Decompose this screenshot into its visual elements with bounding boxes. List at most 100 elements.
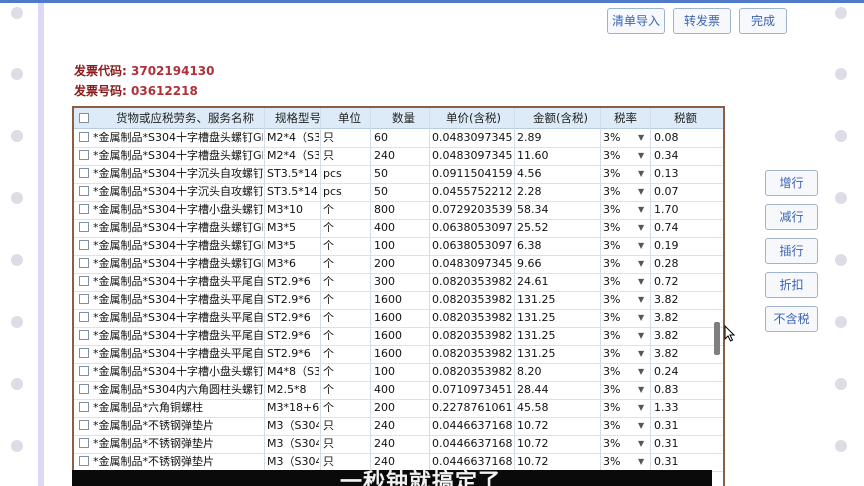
cell-unit[interactable]: pcs (323, 183, 369, 201)
cell-name[interactable]: *金属制品*S304十字槽盘头平尾自攻螺钉 (93, 291, 263, 309)
cell-tax-rate[interactable]: 3% (603, 291, 637, 309)
cell-unit[interactable]: pcs (323, 165, 369, 183)
cell-tax-rate[interactable]: 3% (603, 273, 637, 291)
row-checkbox[interactable] (79, 438, 89, 448)
cell-unit-price[interactable]: 0.0483097345132 (432, 147, 513, 165)
cell-spec[interactable]: M2*4（S304） (267, 147, 319, 165)
cell-amount[interactable]: 58.34 (517, 201, 599, 219)
cell-spec[interactable]: ST2.9*6 (267, 309, 319, 327)
cell-tax-amount[interactable]: 1.70 (654, 201, 714, 219)
cell-name[interactable]: *金属制品*S304十字槽盘头平尾自攻螺钉 (93, 309, 263, 327)
tax-rate-dropdown-icon[interactable]: ▼ (638, 399, 644, 417)
cell-amount[interactable]: 25.52 (517, 219, 599, 237)
cell-amount[interactable]: 28.44 (517, 381, 599, 399)
cell-quantity[interactable]: 100 (374, 237, 428, 255)
cell-quantity[interactable]: 240 (374, 417, 428, 435)
cell-unit[interactable]: 只 (323, 435, 369, 453)
row-checkbox[interactable] (79, 240, 89, 250)
cell-tax-rate[interactable]: 3% (603, 255, 637, 273)
cell-name[interactable]: *金属制品*六角铜螺柱 (93, 399, 263, 417)
table-row[interactable]: *金属制品*S304十字槽小盘头螺钉GB823M3*10个 8000.072920… (74, 201, 723, 220)
cell-name[interactable]: *金属制品*S304十字槽盘头平尾自攻螺钉 (93, 273, 263, 291)
cell-spec[interactable]: M3（S304） (267, 435, 319, 453)
cell-name[interactable]: *金属制品*S304十字槽小盘头螺钉GB823 (93, 363, 263, 381)
cell-unit[interactable]: 个 (323, 363, 369, 381)
cell-tax-amount[interactable]: 3.82 (654, 327, 714, 345)
cell-amount[interactable]: 2.89 (517, 129, 599, 147)
cell-unit-price[interactable]: 0.0911504159292 (432, 165, 513, 183)
tax-rate-dropdown-icon[interactable]: ▼ (638, 327, 644, 345)
cell-name[interactable]: *金属制品*S304十字槽盘头平尾自攻螺钉 (93, 327, 263, 345)
row-checkbox[interactable] (79, 312, 89, 322)
cell-name[interactable]: *金属制品*不锈钢弹垫片 (93, 453, 263, 471)
cell-tax-amount[interactable]: 0.08 (654, 129, 714, 147)
cell-tax-amount[interactable]: 0.31 (654, 435, 714, 453)
cell-quantity[interactable]: 240 (374, 435, 428, 453)
cell-tax-rate[interactable]: 3% (603, 129, 637, 147)
cell-amount[interactable]: 8.20 (517, 363, 599, 381)
cell-unit-price[interactable]: 0.2278761061946 (432, 399, 513, 417)
cell-tax-rate[interactable]: 3% (603, 219, 637, 237)
cell-spec[interactable]: M2.5*8 (267, 381, 319, 399)
tax-rate-dropdown-icon[interactable]: ▼ (638, 291, 644, 309)
cell-amount[interactable]: 24.61 (517, 273, 599, 291)
table-row[interactable]: *金属制品*S304十字槽盘头平尾自攻螺钉ST2.9*6个 16000.08203… (74, 345, 723, 364)
discount-button[interactable]: 折扣 (765, 272, 818, 298)
cell-spec[interactable]: M3*10 (267, 201, 319, 219)
row-checkbox[interactable] (79, 168, 89, 178)
cell-unit-price[interactable]: 0.0455752212389 (432, 183, 513, 201)
cell-amount[interactable]: 11.60 (517, 147, 599, 165)
cell-tax-rate[interactable]: 3% (603, 327, 637, 345)
cell-tax-amount[interactable]: 3.82 (654, 291, 714, 309)
cell-tax-amount[interactable]: 0.24 (654, 363, 714, 381)
cell-amount[interactable]: 4.56 (517, 165, 599, 183)
cell-name[interactable]: *金属制品*不锈钢弹垫片 (93, 417, 263, 435)
cell-unit-price[interactable]: 0.0446637168141 (432, 435, 513, 453)
row-checkbox[interactable] (79, 456, 89, 466)
row-checkbox[interactable] (79, 276, 89, 286)
cell-spec[interactable]: ST2.9*6 (267, 291, 319, 309)
cell-name[interactable]: *金属制品*不锈钢弹垫片 (93, 435, 263, 453)
cell-spec[interactable]: ST2.9*6 (267, 327, 319, 345)
tax-rate-dropdown-icon[interactable]: ▼ (638, 183, 644, 201)
cell-tax-rate[interactable]: 3% (603, 183, 637, 201)
cell-unit[interactable]: 个 (323, 219, 369, 237)
cell-unit-price[interactable]: 0.0820353982301 (432, 345, 513, 363)
cell-spec[interactable]: M3*18+6 (267, 399, 319, 417)
cell-tax-amount[interactable]: 3.82 (654, 309, 714, 327)
row-checkbox[interactable] (79, 294, 89, 304)
cell-unit[interactable]: 个 (323, 399, 369, 417)
tax-rate-dropdown-icon[interactable]: ▼ (638, 165, 644, 183)
row-checkbox[interactable] (79, 204, 89, 214)
cell-tax-rate[interactable]: 3% (603, 201, 637, 219)
cell-tax-rate[interactable]: 3% (603, 417, 637, 435)
table-row[interactable]: *金属制品*S304十字槽盘头平尾自攻螺钉ST2.9*6个 16000.08203… (74, 309, 723, 328)
cell-unit[interactable]: 个 (323, 381, 369, 399)
cell-tax-rate[interactable]: 3% (603, 345, 637, 363)
table-row[interactable]: *金属制品*S304十字槽盘头平尾自攻螺钉ST2.9*6个 16000.08203… (74, 327, 723, 346)
cell-unit[interactable]: 个 (323, 201, 369, 219)
cell-name[interactable]: *金属制品*S304十字沉头自攻螺钉 (93, 165, 263, 183)
tax-rate-dropdown-icon[interactable]: ▼ (638, 381, 644, 399)
import-list-button[interactable]: 清单导入 (607, 8, 665, 34)
tax-rate-dropdown-icon[interactable]: ▼ (638, 273, 644, 291)
cell-name[interactable]: *金属制品*S304十字槽盘头螺钉GB818 (93, 255, 263, 273)
cell-name[interactable]: *金属制品*S304十字槽盘头螺钉GB818 (93, 219, 263, 237)
table-row[interactable]: *金属制品*S304十字槽盘头螺钉GB818M2*4（S304）只 600.048… (74, 129, 723, 148)
cell-name[interactable]: *金属制品*S304十字槽盘头螺钉GB818 (93, 129, 263, 147)
cell-tax-rate[interactable]: 3% (603, 381, 637, 399)
cell-tax-rate[interactable]: 3% (603, 165, 637, 183)
cell-quantity[interactable]: 240 (374, 147, 428, 165)
table-row[interactable]: *金属制品*S304十字槽盘头平尾自攻螺钉ST2.9*6个 16000.08203… (74, 291, 723, 310)
row-checkbox[interactable] (79, 366, 89, 376)
select-all-checkbox[interactable] (79, 113, 89, 123)
cell-unit[interactable]: 个 (323, 309, 369, 327)
table-row[interactable]: *金属制品*S304十字槽盘头螺钉GB818M2*4（S304）只 2400.04… (74, 147, 723, 166)
cell-tax-amount[interactable]: 0.13 (654, 165, 714, 183)
cell-amount[interactable]: 10.72 (517, 417, 599, 435)
cell-quantity[interactable]: 800 (374, 201, 428, 219)
row-checkbox[interactable] (79, 222, 89, 232)
table-row[interactable]: *金属制品*S304内六角圆柱头螺钉GB70M2.5*8个 4000.071097… (74, 381, 723, 400)
cell-quantity[interactable]: 400 (374, 219, 428, 237)
row-checkbox[interactable] (79, 150, 89, 160)
